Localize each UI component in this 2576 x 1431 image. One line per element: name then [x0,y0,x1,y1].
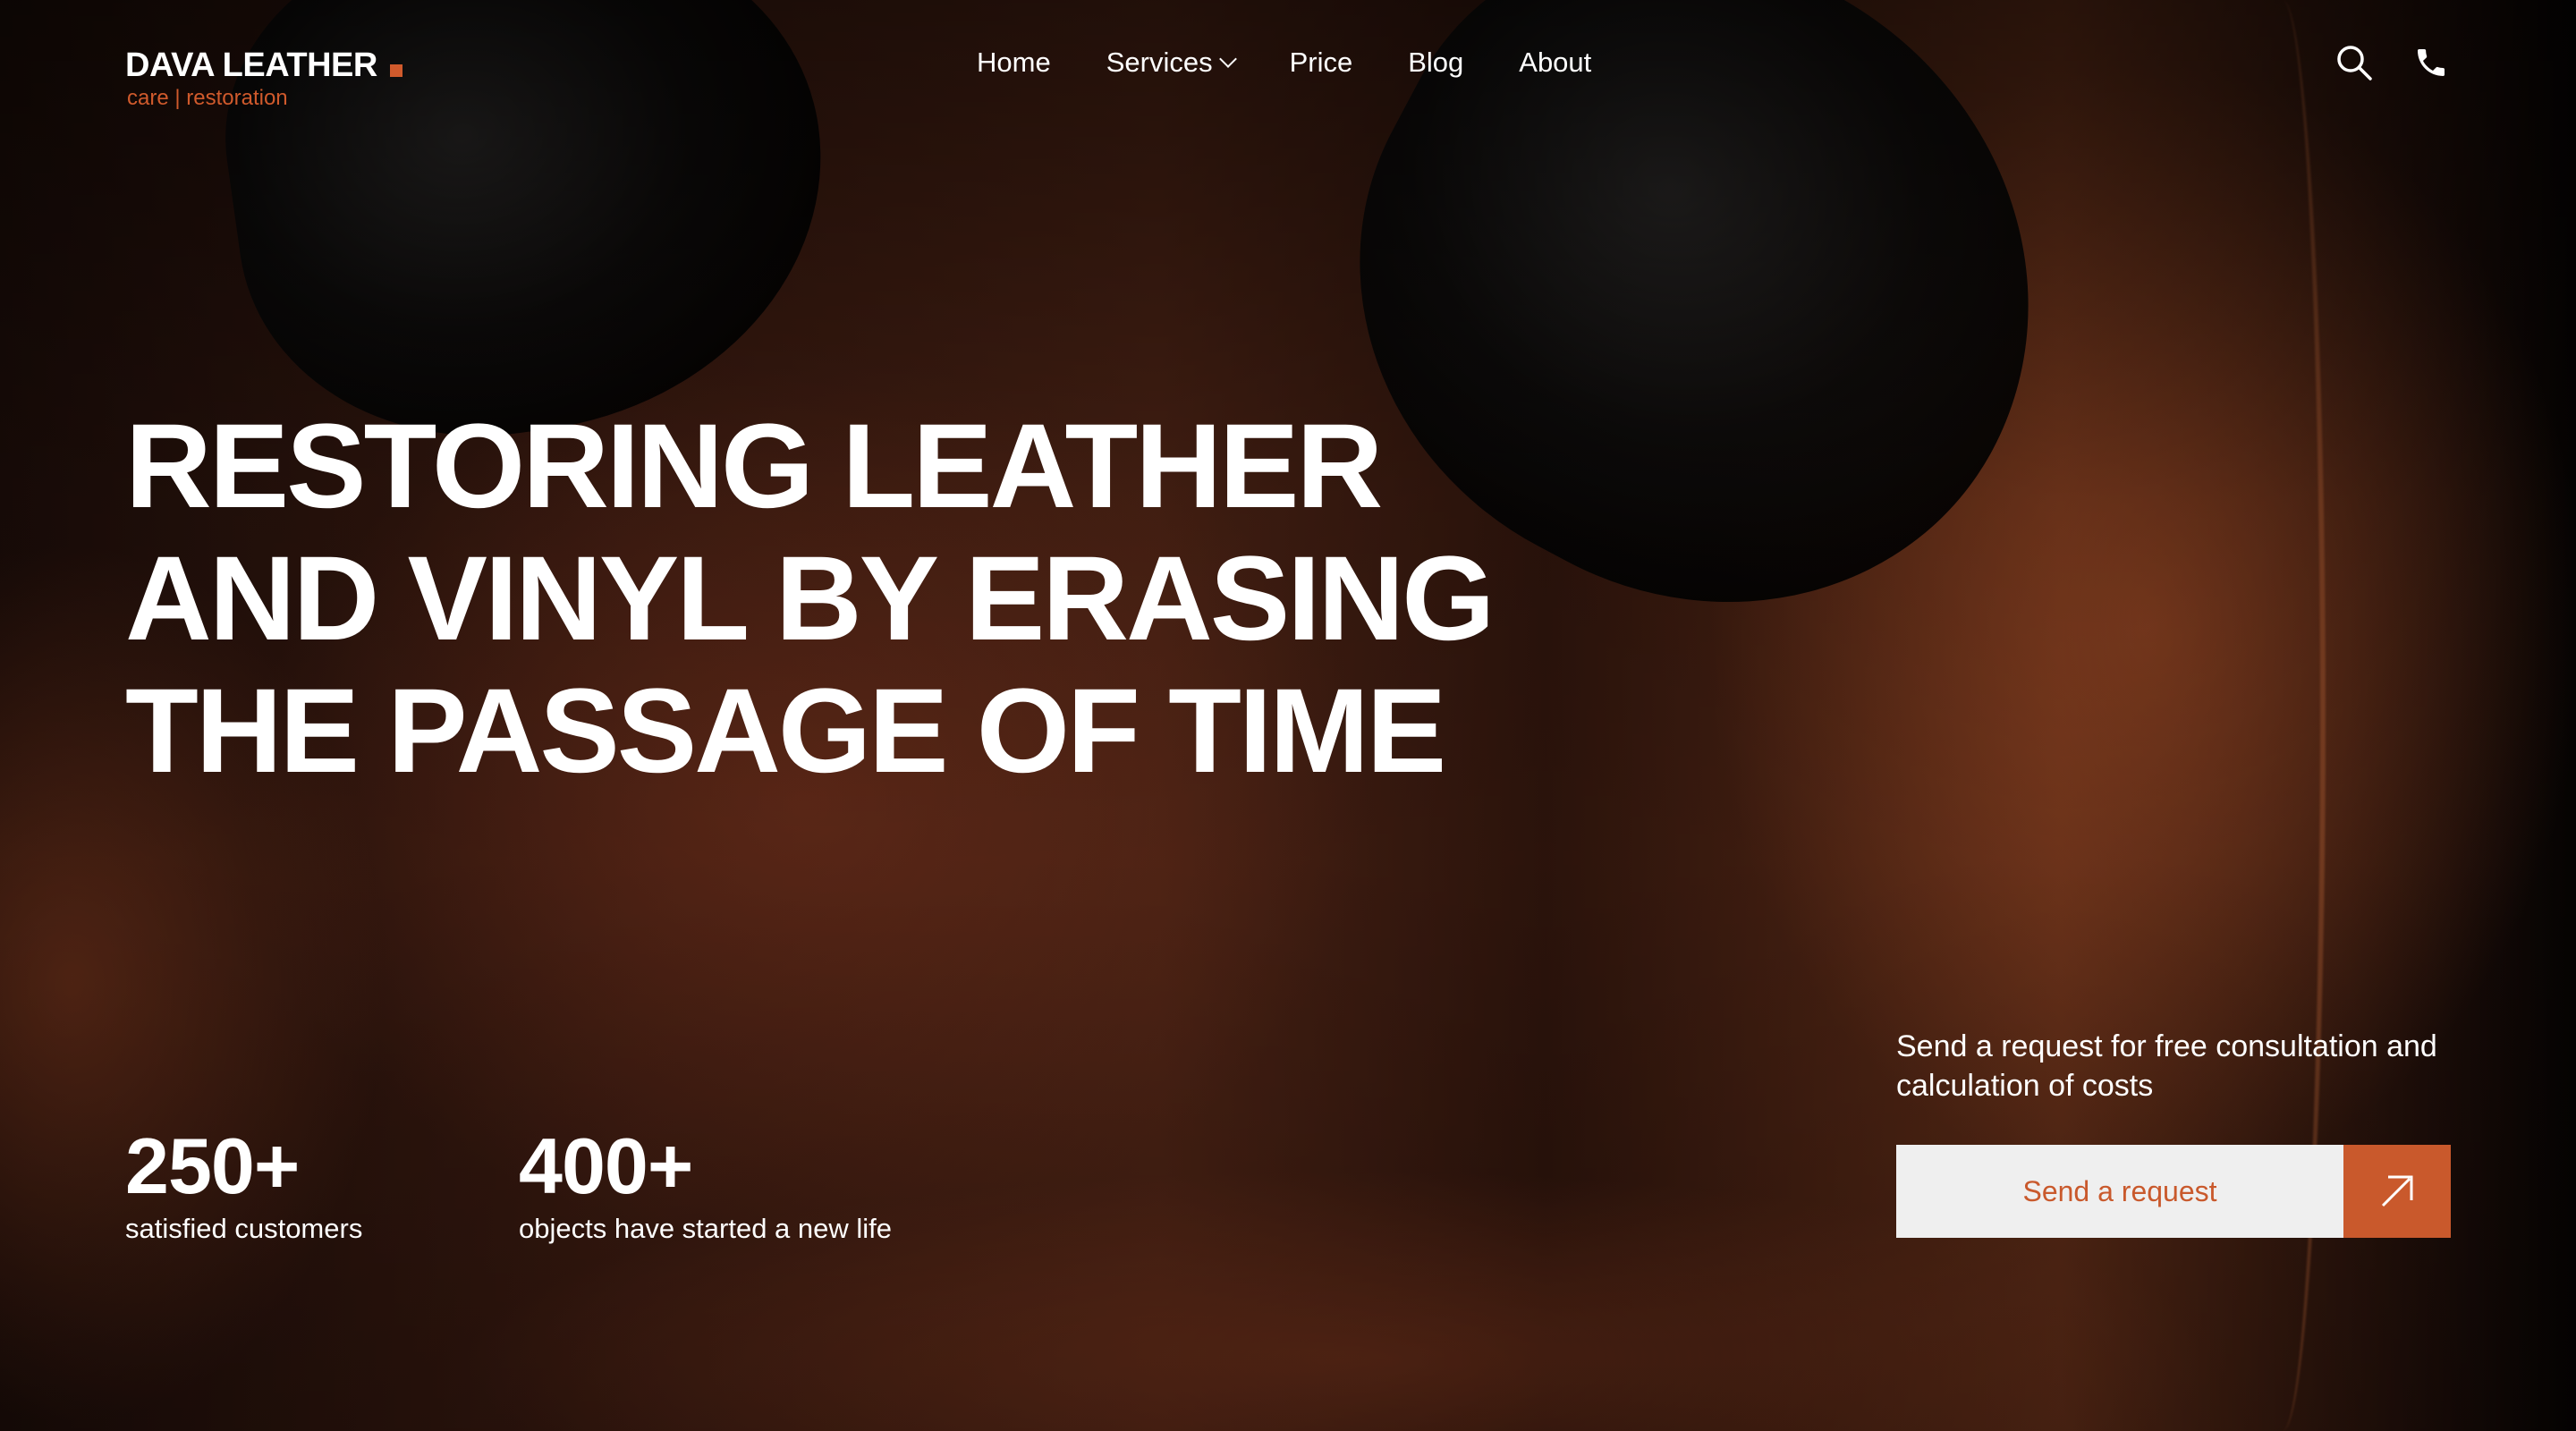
nav-label: Services [1106,47,1213,78]
brand-dot-icon [389,64,402,77]
chevron-down-icon [1218,50,1237,68]
brand-tagline: care | restoration [127,86,288,110]
search-icon[interactable] [2334,43,2374,82]
nav-label: About [1519,47,1592,78]
nav-item-blog[interactable]: Blog [1408,47,1463,79]
nav-item-services[interactable]: Services [1106,47,1237,79]
stat-objects: 400+ objects have started a new life [519,1122,912,1247]
main-nav: Home Services Price Blog About [977,47,1591,79]
send-request-button[interactable]: Send a request [1896,1145,2343,1238]
nav-item-about[interactable]: About [1519,47,1591,79]
nav-label: Home [977,47,1051,78]
hero-title-line: AND VINYL BY ERASING [125,532,1495,665]
brand-logo[interactable]: DAVA LEATHER care | restoration [125,45,402,111]
header-actions [2334,43,2451,82]
cta-form: Send a request [1896,1145,2451,1238]
landing-page: DAVA LEATHER care | restoration Home Ser… [0,0,2576,1431]
request-cta: Send a request for free consultation and… [1896,1027,2451,1238]
phone-icon[interactable] [2411,43,2451,82]
site-header: DAVA LEATHER care | restoration Home Ser… [0,0,2576,134]
stat-customers: 250+ satisfied customers [125,1122,519,1247]
nav-item-home[interactable]: Home [977,47,1051,79]
stat-value: 400+ [519,1122,693,1210]
nav-label: Blog [1408,47,1464,78]
brand-name: DAVA LEATHER [125,47,377,84]
stat-label: objects have started a new life [519,1213,893,1244]
hero-title: RESTORING LEATHER AND VINYL BY ERASING T… [125,401,1556,798]
hero-title-line: THE PASSAGE OF TIME [125,665,1446,798]
stat-label: satisfied customers [125,1213,363,1244]
nav-label: Price [1289,47,1353,78]
stats-row: 250+ satisfied customers 400+ objects ha… [125,1122,912,1247]
stat-value: 250+ [125,1122,300,1210]
cta-text: Send a request for free consultation and… [1896,1029,2437,1103]
brand-name-row: DAVA LEATHER [125,45,402,86]
arrow-up-right-icon[interactable] [2343,1145,2451,1238]
nav-item-price[interactable]: Price [1290,47,1353,79]
hero-title-line: RESTORING LEATHER [125,400,1383,533]
